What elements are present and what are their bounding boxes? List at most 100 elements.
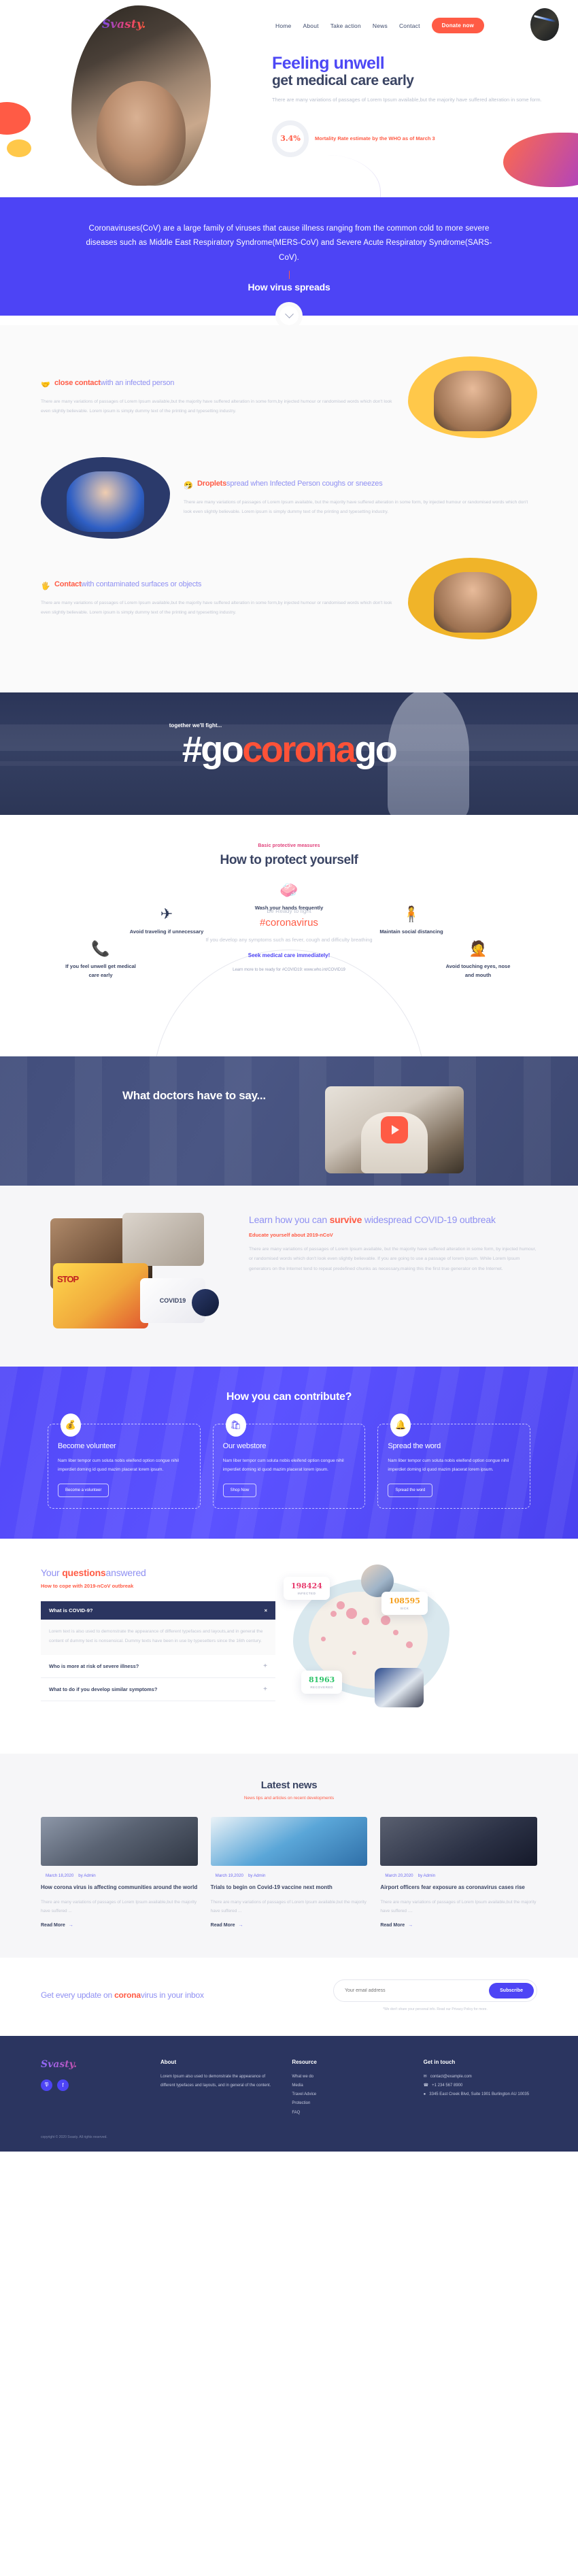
footer-phone: +1 234 567 8900 bbox=[432, 2084, 463, 2088]
map-dot bbox=[393, 1629, 399, 1635]
news-excerpt-1: There are many variations of passages of… bbox=[41, 1899, 197, 1913]
email-input[interactable] bbox=[345, 1988, 490, 1993]
read-more-link-3[interactable]: Read More → bbox=[380, 1923, 537, 1928]
footer-link-protection[interactable]: Protection bbox=[292, 2099, 405, 2108]
site-logo[interactable]: Svasty. bbox=[102, 18, 146, 31]
nav-item-contact[interactable]: Contact bbox=[399, 22, 420, 29]
footer-contact-title: Get in touch bbox=[423, 2058, 456, 2065]
wash-hands-icon: 🧼 bbox=[279, 881, 299, 899]
survive-subtitle: Educate yourself about 2019-nCoV bbox=[249, 1232, 333, 1239]
news-image-1 bbox=[41, 1817, 198, 1867]
figure-shape bbox=[67, 471, 144, 533]
protect-item-2: ✈ Avoid traveling if unnecessary bbox=[129, 905, 204, 936]
faq-question-3[interactable]: What to do if you develop similar sympto… bbox=[41, 1678, 275, 1702]
faq-title: Your questionsanswered bbox=[41, 1567, 275, 1578]
protect-label-2: Avoid traveling if unnecessary bbox=[129, 928, 204, 935]
plus-icon[interactable]: + bbox=[263, 1662, 267, 1670]
nav-item-take-action[interactable]: Take action bbox=[330, 22, 361, 29]
footer-resource-list: What we do Media Travel Advice Protectio… bbox=[292, 2073, 405, 2118]
hashtag-part2: corona bbox=[242, 729, 356, 770]
shop-now-button[interactable]: Shop Now bbox=[222, 1484, 257, 1498]
map-dot bbox=[330, 1610, 337, 1617]
nav-item-news[interactable]: News bbox=[373, 22, 388, 29]
news-author-2: by Admin bbox=[248, 1873, 266, 1879]
news-card-2[interactable]: March 19,2020 by Admin Trials to begin on… bbox=[210, 1817, 368, 1928]
contribute-title: How you can contribute? bbox=[226, 1390, 352, 1403]
news-title: Latest news bbox=[260, 1779, 318, 1792]
footer-link-what-we-do[interactable]: What we do bbox=[292, 2073, 405, 2081]
faq-title-b: questions bbox=[62, 1567, 106, 1579]
arrow-right-icon: → bbox=[238, 1922, 243, 1928]
footer-email-row[interactable]: ✉ contact@example.com bbox=[424, 2073, 537, 2081]
scroll-down-icon[interactable] bbox=[279, 305, 299, 325]
decorative-blob-red bbox=[0, 102, 31, 135]
hashtag-banner: together we'll fight... #gocoronago bbox=[0, 692, 578, 815]
mortality-rate-label: Mortality Rate estimate by the WHO as of… bbox=[315, 135, 435, 142]
protect-item-5: 🤦 Avoid touching eyes, nose and mouth bbox=[441, 941, 515, 980]
footer-logo[interactable]: Svasty. bbox=[41, 2059, 143, 2070]
airplane-icon: ✈ bbox=[160, 905, 173, 922]
spread-body-1: There are many variations of passages of… bbox=[41, 399, 392, 414]
protect-label-1: If you feel unwell get medical care earl… bbox=[65, 963, 136, 978]
nav-item-home[interactable]: Home bbox=[275, 22, 291, 29]
twitter-icon[interactable]: 𝔓 bbox=[41, 2079, 52, 2091]
news-card-3[interactable]: March 20,2020 by Admin Airport officers f… bbox=[380, 1817, 538, 1928]
close-icon[interactable]: × bbox=[265, 1607, 267, 1613]
card-body-3: Nam liber tempor cum soluta nobis eleife… bbox=[388, 1458, 509, 1472]
footer-link-media[interactable]: Media bbox=[292, 2081, 405, 2090]
spread-body-3: There are many variations of passages of… bbox=[41, 601, 392, 615]
page-root: Svasty. Home About Take action News Cont… bbox=[0, 0, 578, 2152]
news-image-2 bbox=[210, 1817, 368, 1867]
faq-question-2[interactable]: Who is more at risk of severe illness? + bbox=[41, 1655, 275, 1679]
faq-open-question[interactable]: What is COVID-9? × bbox=[41, 1601, 275, 1620]
collage-photo-stop: STOP bbox=[53, 1262, 148, 1328]
read-more-text: Read More bbox=[380, 1922, 405, 1928]
protect-label-4: Maintain social distancing bbox=[379, 928, 443, 935]
read-more-link-1[interactable]: Read More → bbox=[41, 1923, 198, 1928]
spread-strong-2: Droplets bbox=[197, 480, 227, 488]
stat-card-sick: 108595 SICK bbox=[381, 1592, 428, 1616]
contribute-card-webstore: 🛍 Our webstore Nam liber tempor cum solu… bbox=[212, 1413, 366, 1509]
figure-shape bbox=[434, 572, 511, 633]
location-pin-icon: ● bbox=[423, 2092, 426, 2097]
survive-image-collage: STOP COVID19 bbox=[41, 1212, 231, 1335]
spread-row-1: 🤝 close contactwith an infected person Th… bbox=[41, 356, 537, 438]
social-links: 𝔓 f bbox=[41, 2079, 143, 2091]
divider bbox=[288, 270, 290, 279]
spread-word-button[interactable]: Spread the word bbox=[388, 1484, 433, 1498]
news-card-1[interactable]: March 18,2020 by Admin How corona virus i… bbox=[41, 1817, 198, 1928]
doctors-section: What doctors have to say... bbox=[0, 1056, 578, 1186]
spread-heading-3: 🖐 Contactwith contaminated surfaces or ob… bbox=[41, 580, 394, 592]
doctors-title: What doctors have to say... bbox=[122, 1088, 266, 1102]
spread-row-3: 🖐 Contactwith contaminated surfaces or ob… bbox=[41, 557, 537, 639]
face-mask-shape bbox=[105, 124, 180, 179]
spread-text-1: 🤝 close contactwith an infected person Th… bbox=[41, 378, 394, 416]
plus-icon[interactable]: + bbox=[263, 1686, 267, 1693]
doctor-video-card[interactable] bbox=[325, 1086, 464, 1173]
newsletter-title-b: corona bbox=[114, 1990, 141, 2000]
spread-image-3 bbox=[408, 557, 537, 639]
phone-icon: ☎ bbox=[423, 2084, 429, 2088]
hero-section: Svasty. Home About Take action News Cont… bbox=[0, 0, 578, 197]
faq-subtitle: How to cope with 2019-nCoV outbreak bbox=[41, 1583, 134, 1590]
hallway-background bbox=[0, 1056, 578, 1186]
spread-body-2: There are many variations of passages of… bbox=[184, 500, 528, 514]
facebook-icon[interactable]: f bbox=[57, 2079, 69, 2091]
figure-shape bbox=[434, 371, 511, 432]
footer-link-travel-advice[interactable]: Travel Advice bbox=[292, 2090, 405, 2099]
footer-link-faq[interactable]: FAQ bbox=[292, 2109, 405, 2118]
footer-about-text: Lorem Ipsum also used to demonstrate the… bbox=[160, 2074, 271, 2088]
card-body-1: Nam liber tempor cum soluta nobis eleife… bbox=[58, 1458, 179, 1472]
become-volunteer-button[interactable]: Become a volunteer bbox=[58, 1484, 109, 1498]
protect-item-4: 🧍 Maintain social distancing bbox=[374, 906, 449, 936]
nav-item-about[interactable]: About bbox=[303, 22, 318, 29]
donate-now-button[interactable]: Donate now bbox=[431, 18, 484, 33]
subscribe-button[interactable]: Subscribe bbox=[489, 1982, 534, 1998]
sick-label: SICK bbox=[400, 1607, 409, 1611]
faq-accordion: What is COVID-9? × Lorem text is also us… bbox=[41, 1601, 275, 1702]
main-nav: Home About Take action News Contact Dona… bbox=[275, 18, 484, 33]
footer-phone-row[interactable]: ☎ +1 234 567 8900 bbox=[424, 2081, 537, 2090]
read-more-link-2[interactable]: Read More → bbox=[211, 1923, 368, 1928]
play-icon[interactable] bbox=[381, 1116, 408, 1143]
decorative-blob-yellow bbox=[7, 139, 31, 157]
